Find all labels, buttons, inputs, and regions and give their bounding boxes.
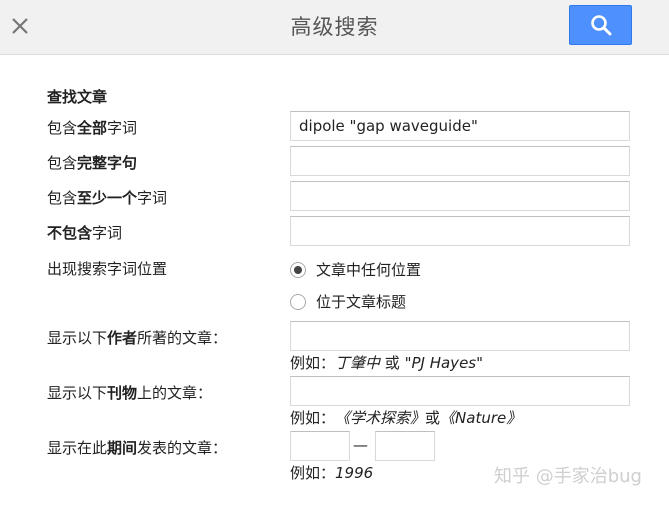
example-prefix: 例如：	[290, 354, 336, 372]
occurrence-label: 出现搜索字词位置	[47, 260, 168, 278]
label-bold: 不包含	[47, 224, 93, 242]
radio-anywhere[interactable]: 文章中任何位置	[290, 259, 421, 280]
at-least-one-input[interactable]	[290, 181, 630, 211]
label-bold: 期间	[107, 439, 138, 457]
watermark: 知乎 @手家治bug	[494, 466, 642, 487]
example-italic: 《Nature》	[440, 409, 522, 427]
radio-button[interactable]	[290, 293, 306, 310]
without-words-label: 不包含字词	[47, 222, 122, 243]
search-icon	[590, 15, 611, 36]
label-bold: 刊物	[107, 384, 138, 402]
label-text: 所著的文章：	[137, 329, 228, 347]
example-italic: 1996	[335, 464, 374, 482]
date-range-dash: —	[353, 436, 368, 454]
example-mid: 或	[425, 409, 441, 427]
radio-button-checked[interactable]	[290, 261, 306, 278]
label-text: 包含	[47, 119, 78, 137]
label-text: 发表的文章：	[137, 439, 228, 457]
label-text: 字词	[92, 224, 123, 242]
label-bold: 作者	[107, 329, 138, 347]
author-input[interactable]	[290, 321, 630, 351]
label-text: 上的文章：	[137, 384, 213, 402]
label-text: 显示以下	[47, 384, 108, 402]
radio-in-title[interactable]: 位于文章标题	[290, 291, 406, 312]
date-range-label: 显示在此期间发表的文章：	[47, 437, 227, 458]
example-italic: 丁肇中	[335, 354, 381, 372]
exact-phrase-input[interactable]	[290, 146, 630, 176]
label-bold: 全部	[77, 119, 108, 137]
label-text: 字词	[137, 189, 168, 207]
search-button[interactable]	[569, 5, 632, 45]
publication-input[interactable]	[290, 376, 630, 406]
example-mid: 或	[380, 354, 405, 372]
label-bold: 至少一个	[77, 189, 138, 207]
header-bar: 高级搜索	[0, 0, 669, 55]
label-text: 包含	[47, 189, 78, 207]
all-words-input[interactable]	[290, 111, 630, 141]
example-italic: 《学术探索》	[335, 409, 426, 427]
year-from-input[interactable]	[290, 431, 350, 461]
example-italic: "PJ Hayes"	[404, 354, 484, 372]
radio-in-title-label: 位于文章标题	[316, 293, 407, 311]
section-title: 查找文章	[47, 88, 108, 106]
example-prefix: 例如：	[290, 409, 336, 427]
at-least-one-label: 包含至少一个字词	[47, 187, 167, 208]
exact-phrase-label: 包含完整字句	[47, 152, 137, 173]
publication-label: 显示以下刊物上的文章：	[47, 382, 212, 403]
author-example: 例如：丁肇中 或 "PJ Hayes"	[290, 352, 483, 373]
all-words-label: 包含全部字词	[47, 117, 137, 138]
date-example: 例如：1996	[290, 462, 373, 483]
author-label: 显示以下作者所著的文章：	[47, 327, 227, 348]
example-prefix: 例如：	[290, 464, 336, 482]
label-text: 显示在此	[47, 439, 108, 457]
radio-anywhere-label: 文章中任何位置	[316, 261, 422, 279]
year-to-input[interactable]	[375, 431, 435, 461]
label-text: 显示以下	[47, 329, 108, 347]
without-words-input[interactable]	[290, 216, 630, 246]
label-bold: 完整字句	[77, 154, 138, 172]
label-text: 包含	[47, 154, 78, 172]
publication-example: 例如：《学术探索》或《Nature》	[290, 407, 521, 428]
label-text: 字词	[107, 119, 138, 137]
